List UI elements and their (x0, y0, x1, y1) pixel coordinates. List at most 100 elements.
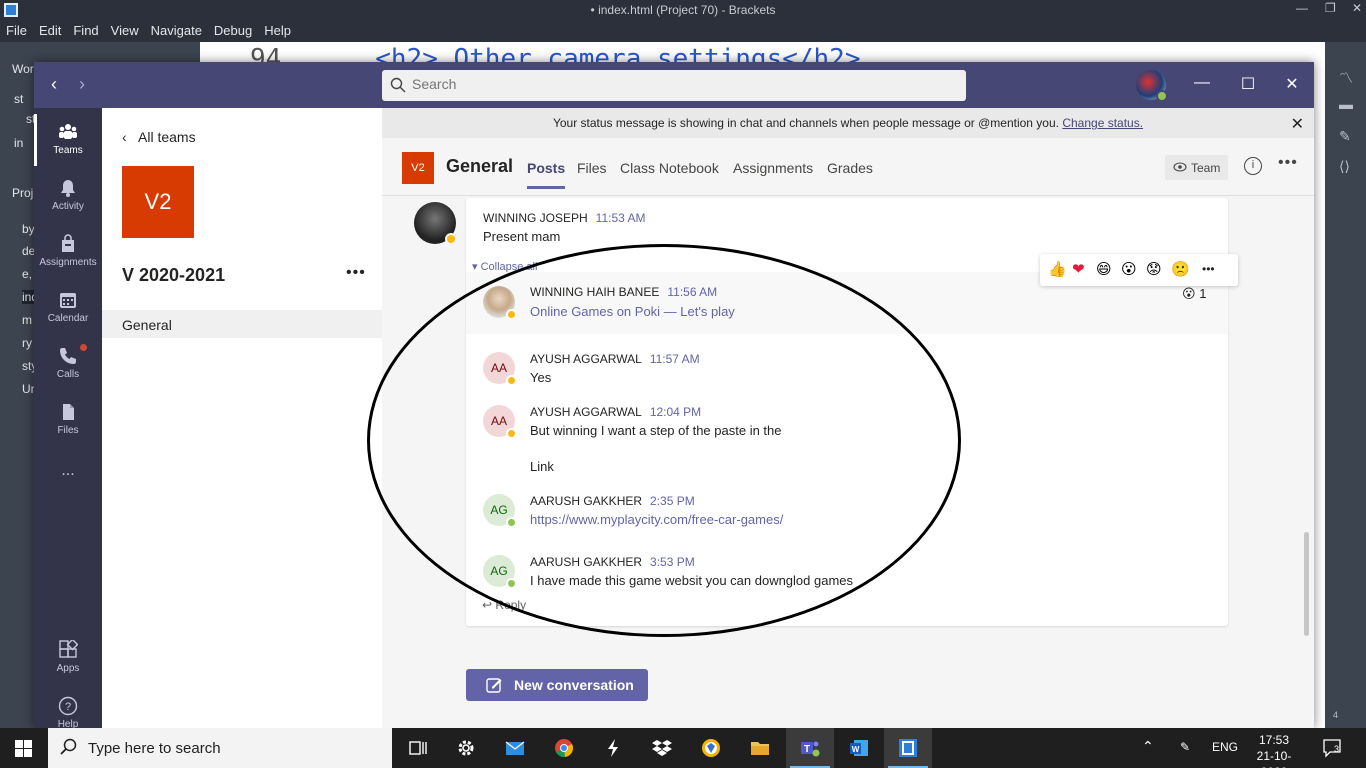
rail-label: Teams (53, 145, 83, 156)
forward-arrow-icon[interactable]: › (72, 74, 92, 95)
sad-emoji-icon[interactable]: 😟 (1146, 260, 1162, 278)
menu-debug[interactable]: Debug (208, 20, 258, 41)
close-icon[interactable]: ✕ (1352, 1, 1362, 15)
menu-file[interactable]: File (0, 20, 33, 41)
language-indicator[interactable]: ENG (1212, 740, 1238, 754)
teams-window: ‹ › — ☐ ✕ Teams Activity Assignments Cal… (34, 62, 1314, 728)
search-box[interactable] (382, 70, 966, 101)
message-time: 3:53 PM (650, 555, 695, 569)
wrench-icon[interactable]: ✎ (1339, 128, 1355, 144)
channel-item-general[interactable]: General (102, 310, 382, 338)
more-options-icon[interactable]: ••• (1202, 262, 1215, 276)
project-file[interactable]: m (22, 313, 32, 327)
start-button[interactable] (0, 728, 48, 768)
dropbox-taskbar-button[interactable] (638, 728, 686, 768)
project-file[interactable]: ry (22, 336, 32, 350)
project-file[interactable]: Ur (22, 382, 35, 396)
rail-calls[interactable]: Calls (34, 336, 102, 392)
teams-taskbar-button[interactable]: T (786, 728, 834, 768)
info-icon[interactable]: i (1244, 157, 1262, 175)
minimize-icon[interactable]: — (1296, 1, 1308, 15)
avatar-aarush-gakkher: AG (483, 494, 517, 528)
brackets-right-toolbar: 〽 ▬ ✎ ⟨⟩ 4 (1325, 42, 1366, 728)
working-file[interactable]: in (14, 136, 23, 150)
menu-find[interactable]: Find (67, 20, 104, 41)
rail-assignments[interactable]: Assignments (34, 224, 102, 280)
rail-activity[interactable]: Activity (34, 168, 102, 224)
task-view-button[interactable] (394, 728, 442, 768)
rail-apps[interactable]: Apps (34, 630, 102, 686)
code-icon[interactable]: ⟨⟩ (1339, 158, 1355, 174)
minimize-icon[interactable]: — (1192, 74, 1212, 92)
taskbar-search-placeholder: Type here to search (88, 740, 221, 757)
project-file[interactable]: by (22, 222, 35, 236)
message-link[interactable]: Online Games on Poki — Let's play (530, 304, 735, 319)
rail-files[interactable]: Files (34, 392, 102, 448)
clock[interactable]: 17:53 21-10-2020 (1244, 732, 1304, 768)
search-input[interactable] (412, 76, 912, 92)
back-arrow-icon[interactable]: ‹ (44, 74, 64, 95)
all-teams-link[interactable]: ‹ All teams (122, 129, 196, 145)
tab-posts[interactable]: Posts (527, 160, 566, 189)
tab-files[interactable]: Files (577, 160, 607, 176)
reaction-summary[interactable]: 😮 1 (1182, 286, 1206, 302)
tab-assignments[interactable]: Assignments (733, 160, 813, 176)
more-options-icon[interactable]: ••• (1278, 154, 1298, 172)
message-link[interactable]: https://www.myplaycity.com/free-car-game… (530, 512, 783, 527)
status-away-icon (506, 309, 517, 320)
working-file[interactable]: st (14, 92, 23, 106)
laugh-emoji-icon[interactable]: 😄 (1096, 260, 1112, 278)
change-status-link[interactable]: Change status. (1062, 116, 1143, 130)
project-file[interactable]: ind (22, 290, 38, 304)
browser-taskbar-button[interactable] (687, 728, 735, 768)
menu-navigate[interactable]: Navigate (145, 20, 208, 41)
pen-icon[interactable]: ✎ (1180, 740, 1190, 754)
restore-icon[interactable]: ❐ (1325, 1, 1336, 15)
reply-link[interactable]: ↩ Reply (482, 598, 526, 612)
project-file[interactable]: e, (22, 267, 32, 281)
rail-teams[interactable]: Teams (34, 112, 102, 168)
tab-class-notebook[interactable]: Class Notebook (620, 160, 719, 176)
reaction-bar: 👍 ❤ 😄 😮 😟 🙁 ••• (1040, 254, 1238, 286)
extension-icon[interactable]: ▬ (1339, 96, 1355, 112)
teams-title-bar: ‹ › — ☐ ✕ (34, 62, 1314, 108)
maximize-icon[interactable]: ☐ (1238, 74, 1258, 94)
word-taskbar-button[interactable]: W (835, 728, 883, 768)
rail-calendar[interactable]: Calendar (34, 280, 102, 336)
close-icon[interactable]: ✕ (1291, 114, 1304, 134)
working-files-label: Wor (12, 62, 34, 76)
root-message-header: WINNING JOSEPH 11:53 AM (483, 210, 645, 225)
chrome-taskbar-button[interactable] (540, 728, 588, 768)
rail-help[interactable]: ? Help (34, 686, 102, 728)
notification-center[interactable]: 3 (1322, 738, 1344, 758)
user-avatar[interactable] (1136, 70, 1168, 102)
team-more-icon[interactable]: ••• (346, 264, 366, 282)
app-taskbar-button[interactable] (589, 728, 637, 768)
scrollbar[interactable] (1304, 532, 1309, 636)
brackets-title-bar: • index.html (Project 70) - Brackets — ❐… (0, 0, 1366, 20)
like-emoji-icon[interactable]: 👍 (1048, 260, 1067, 278)
new-conversation-button[interactable]: New conversation (466, 669, 648, 701)
heart-emoji-icon[interactable]: ❤ (1072, 260, 1085, 278)
brackets-taskbar-button[interactable] (884, 728, 932, 768)
status-away-icon (506, 375, 517, 386)
surprised-emoji-icon[interactable]: 😮 (1121, 260, 1137, 278)
menu-view[interactable]: View (105, 20, 145, 41)
avatar-initials: AA (490, 414, 507, 428)
chevron-up-icon[interactable]: ⌃ (1142, 738, 1154, 755)
team-view-button[interactable]: Team (1165, 155, 1228, 180)
channel-name: General (446, 156, 514, 176)
tab-grades[interactable]: Grades (827, 160, 873, 176)
status-available-icon (1156, 90, 1168, 102)
angry-emoji-icon[interactable]: 🙁 (1171, 260, 1190, 278)
settings-taskbar-button[interactable] (442, 728, 490, 768)
rail-more[interactable]: ... (34, 448, 102, 504)
menu-edit[interactable]: Edit (33, 20, 67, 41)
mail-taskbar-button[interactable] (491, 728, 539, 768)
avatar-ayush-aggarwal: AA (483, 352, 517, 386)
menu-help[interactable]: Help (258, 20, 297, 41)
close-icon[interactable]: ✕ (1282, 74, 1302, 94)
file-explorer-taskbar-button[interactable] (736, 728, 784, 768)
live-preview-icon[interactable]: 〽 (1339, 68, 1355, 86)
taskbar-search[interactable]: Type here to search (48, 728, 392, 768)
